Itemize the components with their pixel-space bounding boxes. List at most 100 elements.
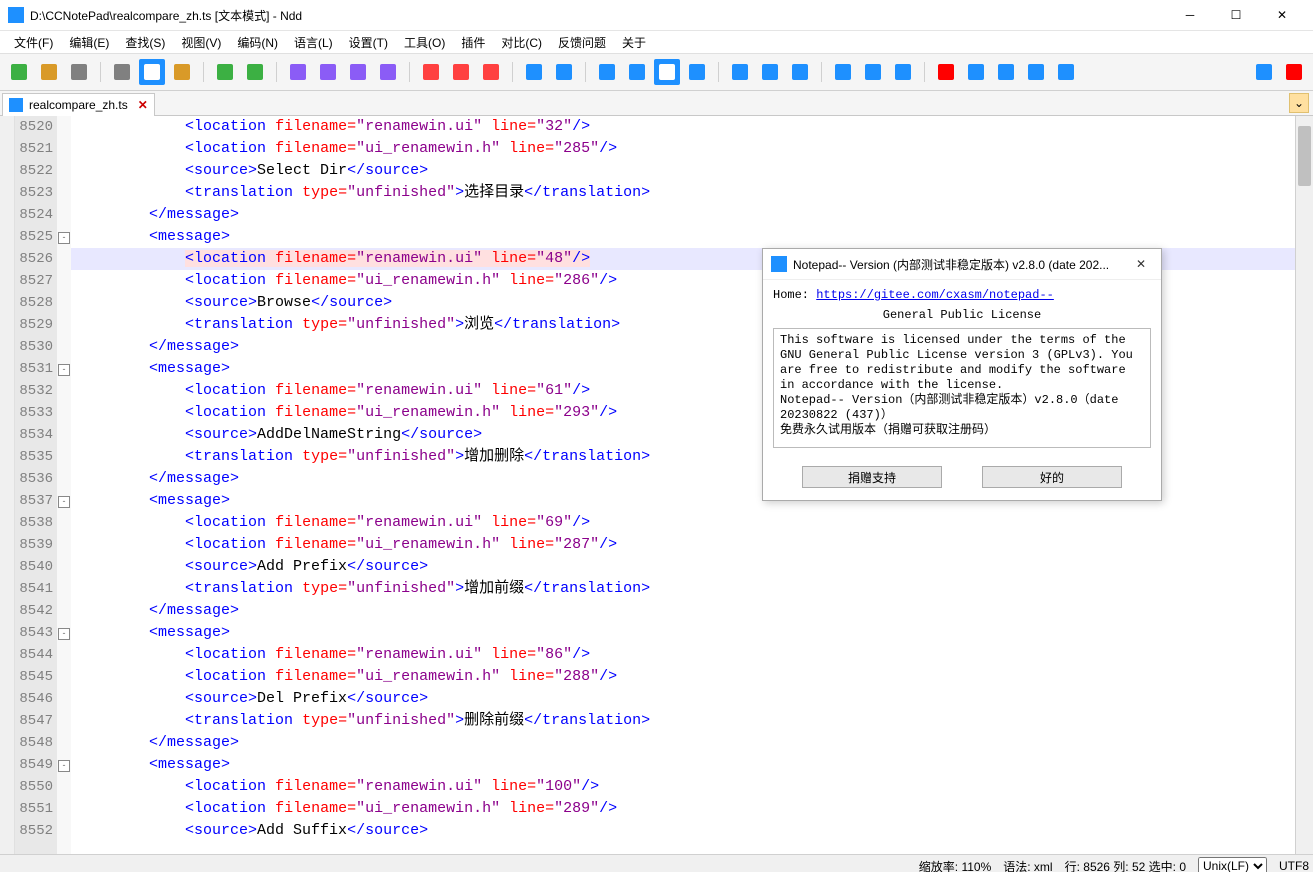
line-number-gutter: 8520852185228523852485258526852785288529…	[15, 116, 57, 854]
fast-fwd-icon-glyph	[1028, 64, 1044, 80]
line-number: 8550	[15, 776, 57, 798]
vertical-scrollbar[interactable]	[1295, 116, 1313, 854]
eraser-icon[interactable]	[478, 59, 504, 85]
split-h-icon[interactable]	[830, 59, 856, 85]
fold-toggle[interactable]: -	[58, 628, 70, 640]
bookmark4-icon[interactable]	[375, 59, 401, 85]
window-title: D:\CCNotePad\realcompare_zh.ts [文本模式] - …	[30, 7, 1167, 24]
maximize-button[interactable]: ☐	[1213, 0, 1259, 30]
stop-icon-glyph	[968, 64, 984, 80]
bookmark2-icon[interactable]	[315, 59, 341, 85]
donate-button[interactable]: 捐赠支持	[802, 466, 942, 488]
save-icon[interactable]	[66, 59, 92, 85]
pilcrow-icon[interactable]	[624, 59, 650, 85]
tab-overflow-button[interactable]: ⌄	[1289, 93, 1309, 113]
bookmark1-icon-glyph	[290, 64, 306, 80]
menu-item-9[interactable]: 对比(C)	[493, 32, 550, 53]
menu-item-1[interactable]: 编辑(E)	[61, 32, 117, 53]
split-v-icon[interactable]	[860, 59, 886, 85]
redo-icon[interactable]	[242, 59, 268, 85]
zoom-in-icon[interactable]	[521, 59, 547, 85]
minimize-button[interactable]: ─	[1167, 0, 1213, 30]
indent-icon[interactable]	[594, 59, 620, 85]
close-button[interactable]: ✕	[1259, 0, 1305, 30]
line-number: 8551	[15, 798, 57, 820]
code-line[interactable]: <location filename="renamewin.ui" line="…	[71, 644, 1295, 666]
code-line[interactable]: <translation type="unfinished">删除前缀</tra…	[71, 710, 1295, 732]
home-link[interactable]: https://gitee.com/cxasm/notepad--	[816, 288, 1054, 302]
highlight-icon[interactable]	[139, 59, 165, 85]
code-line[interactable]: <message>	[71, 622, 1295, 644]
status-eol-select[interactable]: Unix(LF)	[1198, 857, 1267, 872]
dialog-close-button[interactable]: ✕	[1129, 257, 1153, 271]
mark2-icon[interactable]	[448, 59, 474, 85]
menu-item-3[interactable]: 视图(V)	[173, 32, 229, 53]
tab-close-icon[interactable]: ✕	[138, 98, 148, 112]
code-line[interactable]: <translation type="unfinished">增加前缀</tra…	[71, 578, 1295, 600]
play-macro-icon[interactable]	[993, 59, 1019, 85]
code-line[interactable]: <location filename="renamewin.ui" line="…	[71, 776, 1295, 798]
code-line[interactable]: </message>	[71, 732, 1295, 754]
fold-toggle[interactable]: -	[58, 232, 70, 244]
code-line[interactable]: <message>	[71, 226, 1295, 248]
ok-button[interactable]: 好的	[982, 466, 1122, 488]
menu-item-5[interactable]: 语言(L)	[286, 32, 341, 53]
mark1-icon[interactable]	[418, 59, 444, 85]
play-prev-icon[interactable]	[727, 59, 753, 85]
menu-item-6[interactable]: 设置(T)	[341, 32, 396, 53]
menu-item-2[interactable]: 查找(S)	[117, 32, 173, 53]
bookmark1-icon[interactable]	[285, 59, 311, 85]
code-line[interactable]: <message>	[71, 754, 1295, 776]
code-line[interactable]: </message>	[71, 204, 1295, 226]
copy-icon[interactable]	[109, 59, 135, 85]
fold-toggle[interactable]: -	[58, 364, 70, 376]
line-number: 8552	[15, 820, 57, 842]
code-line[interactable]: <source>Select Dir</source>	[71, 160, 1295, 182]
close-all-icon[interactable]	[1281, 59, 1307, 85]
line-number: 8528	[15, 292, 57, 314]
code-line[interactable]: <location filename="ui_renamewin.h" line…	[71, 138, 1295, 160]
pin-icon[interactable]	[1251, 59, 1277, 85]
undo-icon[interactable]	[212, 59, 238, 85]
fold-toggle[interactable]: -	[58, 760, 70, 772]
new-file-icon[interactable]	[6, 59, 32, 85]
menu-item-0[interactable]: 文件(F)	[6, 32, 61, 53]
whitespace-icon[interactable]	[684, 59, 710, 85]
code-line[interactable]: <location filename="ui_renamewin.h" line…	[71, 798, 1295, 820]
menu-item-8[interactable]: 插件	[453, 32, 493, 53]
code-line[interactable]: <location filename="ui_renamewin.h" line…	[71, 666, 1295, 688]
save-macro-icon[interactable]	[1053, 59, 1079, 85]
tab-file[interactable]: realcompare_zh.ts ✕	[2, 93, 155, 116]
undo-icon-glyph	[217, 64, 233, 80]
new-file-icon-glyph	[11, 64, 27, 80]
play-next-icon[interactable]	[757, 59, 783, 85]
bookmark4-icon-glyph	[380, 64, 396, 80]
monitor-icon[interactable]	[890, 59, 916, 85]
code-line[interactable]: </message>	[71, 600, 1295, 622]
record-icon[interactable]	[933, 59, 959, 85]
menu-item-11[interactable]: 关于	[614, 32, 654, 53]
outdent-icon[interactable]	[654, 59, 680, 85]
bookmark3-icon[interactable]	[345, 59, 371, 85]
zoom-in-icon-glyph	[526, 64, 542, 80]
scrollbar-thumb[interactable]	[1298, 126, 1311, 186]
open-file-icon[interactable]	[36, 59, 62, 85]
fast-fwd-icon[interactable]	[1023, 59, 1049, 85]
code-line[interactable]: <location filename="renamewin.ui" line="…	[71, 512, 1295, 534]
code-line[interactable]: <source>Add Suffix</source>	[71, 820, 1295, 842]
code-line[interactable]: <source>Add Prefix</source>	[71, 556, 1295, 578]
menu-item-7[interactable]: 工具(O)	[396, 32, 453, 53]
fold-toggle[interactable]: -	[58, 496, 70, 508]
code-line[interactable]: <translation type="unfinished">选择目录</tra…	[71, 182, 1295, 204]
menu-item-10[interactable]: 反馈问题	[550, 32, 614, 53]
menu-item-4[interactable]: 编码(N)	[229, 32, 286, 53]
stop-icon[interactable]	[963, 59, 989, 85]
paste-icon[interactable]	[169, 59, 195, 85]
code-line[interactable]: <location filename="ui_renamewin.h" line…	[71, 534, 1295, 556]
code-line[interactable]: <source>Del Prefix</source>	[71, 688, 1295, 710]
zoom-out-icon[interactable]	[551, 59, 577, 85]
line-number: 8549	[15, 754, 57, 776]
license-text[interactable]: This software is licensed under the term…	[773, 328, 1151, 448]
go-icon[interactable]	[787, 59, 813, 85]
code-line[interactable]: <location filename="renamewin.ui" line="…	[71, 116, 1295, 138]
